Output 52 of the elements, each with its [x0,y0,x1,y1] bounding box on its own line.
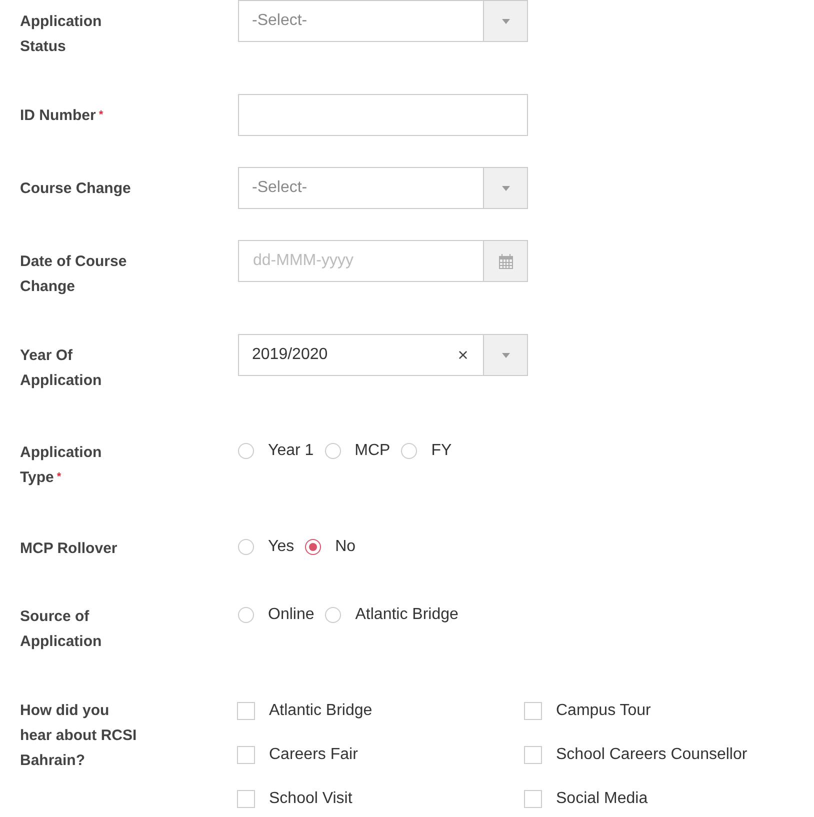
clear-button[interactable]: × [443,335,483,375]
radio-option[interactable]: Year 1 [238,439,315,463]
radio-button[interactable] [324,443,341,459]
radio-button[interactable] [238,539,254,555]
select-placeholder: -Select- [251,178,308,198]
field-label: Source of Application [20,608,102,650]
dropdown-toggle[interactable] [483,335,527,375]
checkbox-option[interactable]: Careers Fair [237,744,524,766]
radio-option[interactable]: MCP [324,439,392,463]
checkbox-option[interactable]: School Visit [237,788,524,810]
radio-option[interactable]: No [305,535,357,559]
select-value: 2019/2020 [251,345,329,365]
checkbox-option[interactable]: Campus Tour [524,700,814,722]
field-label: ID Number * [20,107,104,124]
checkbox[interactable] [237,746,255,764]
checkbox-option[interactable]: Social Media [524,788,814,810]
checkbox[interactable] [524,702,542,720]
select-placeholder: -Select- [251,11,308,31]
calendar-icon [498,254,512,268]
radio-option[interactable]: Online [238,603,316,627]
field-label: Application Status [20,13,102,55]
checkbox[interactable] [237,790,255,808]
calendar-button[interactable] [483,241,527,281]
field-label: Date of Course Change [20,253,127,295]
select-field[interactable]: -Select- [238,167,528,209]
field-label: Course Change [20,180,131,197]
checkbox-option[interactable]: School Careers Counsellor [524,744,814,766]
radio-button[interactable] [238,607,254,623]
radio-option[interactable]: Yes [238,535,296,559]
caret-icon [502,352,510,358]
dropdown-toggle[interactable] [483,168,527,208]
field-label: Year Of Application [20,347,102,389]
checkbox[interactable] [237,702,255,720]
checkbox[interactable] [524,746,542,764]
radio-button[interactable] [325,607,342,623]
input-field[interactable] [238,94,528,136]
field-label: How did you hear about RCSI Bahrain? [20,702,137,769]
date-placeholder: dd-MMM-yyyy [253,251,354,271]
caret-icon [502,18,510,24]
select-field[interactable]: 2019/2020 × [238,334,528,376]
select-field[interactable]: -Select- [238,0,528,42]
checkbox[interactable] [524,790,542,808]
caret-icon [502,186,510,190]
field-label: MCP Rollover [20,540,118,557]
radio-option[interactable]: Atlantic Bridge [325,603,460,627]
radio-option[interactable]: FY [401,439,453,463]
checkbox-option[interactable]: Atlantic Bridge [237,700,524,722]
radio-button[interactable] [401,443,418,459]
radio-button[interactable] [238,443,254,459]
radio-button[interactable] [305,539,322,555]
dropdown-toggle[interactable] [483,1,527,41]
field-label: Application Type * [20,444,102,486]
